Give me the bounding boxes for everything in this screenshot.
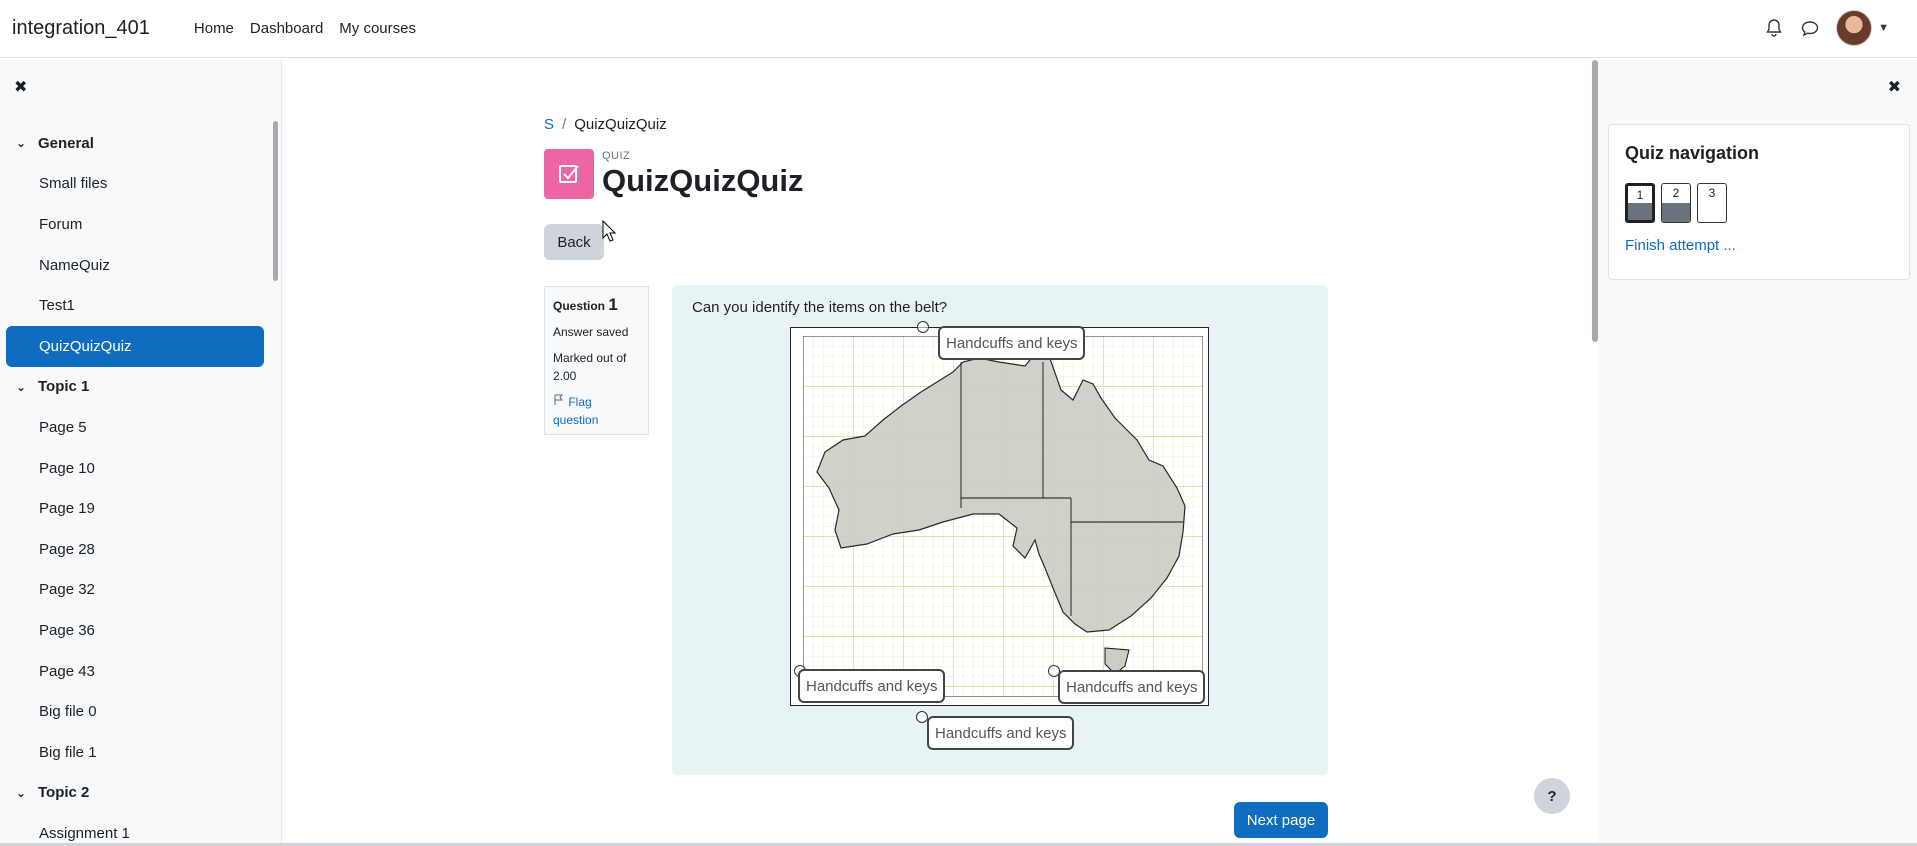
breadcrumb-link-course[interactable]: S: [544, 116, 554, 133]
course-index-drawer: ✖ ⌄ General Small files Forum NameQuiz Test1 Q…: [0, 59, 282, 846]
drawer-scrollbar[interactable]: [273, 121, 278, 281]
course-item-label: Topic 1: [38, 378, 90, 396]
chevron-down-icon[interactable]: ⌄: [16, 136, 38, 150]
course-item-label: Test1: [39, 297, 75, 315]
course-item-quizquizquiz[interactable]: QuizQuizQuiz: [6, 325, 264, 367]
question-text: Can you identify the items on the belt?: [692, 299, 948, 316]
drag-label-handcuffs-and-keys[interactable]: Handcuffs and keys: [927, 716, 1075, 750]
primary-navigation: Home Dashboard My courses: [186, 20, 424, 37]
question-number: Question 1: [553, 295, 618, 314]
drop-zone-map[interactable]: [790, 327, 1209, 706]
quiz-nav-number: 3: [1708, 186, 1716, 200]
bell-icon[interactable]: [1764, 18, 1784, 38]
help-button[interactable]: ?: [1534, 778, 1570, 814]
course-item-label: Big file 1: [39, 743, 97, 761]
chevron-down-icon[interactable]: ⌄: [16, 380, 38, 394]
quiz-nav-number: 1: [1636, 188, 1644, 202]
course-item-label: Page 43: [39, 662, 95, 680]
drag-label-handcuffs-and-keys[interactable]: Handcuffs and keys: [798, 669, 946, 703]
drag-label-handcuffs-and-keys[interactable]: Handcuffs and keys: [1058, 670, 1206, 704]
next-page-button[interactable]: Next page: [1234, 802, 1328, 838]
course-item-label: Assignment 1: [39, 824, 130, 842]
course-item-page-10[interactable]: Page 10: [6, 448, 264, 489]
back-button[interactable]: Back: [544, 224, 604, 260]
finish-attempt-link[interactable]: Finish attempt ...: [1625, 237, 1736, 254]
top-navbar: integration_401 Home Dashboard My course…: [0, 0, 1917, 58]
course-item-label: NameQuiz: [39, 256, 110, 274]
site-brand[interactable]: integration_401: [12, 17, 150, 40]
course-item-page-36[interactable]: Page 36: [6, 610, 264, 651]
flag-icon: [554, 394, 564, 405]
course-index-list: ⌄ General Small files Forum NameQuiz Test1 Qui…: [6, 123, 264, 846]
chevron-down-icon[interactable]: ⌄: [16, 786, 38, 800]
course-item-namequiz[interactable]: NameQuiz: [6, 245, 264, 286]
australia-map-image: [803, 336, 1203, 697]
question-grade: Marked out of 2.00: [553, 351, 627, 383]
quiz-navigation-drawer: ✖ Quiz navigation 1 2 3 Finish attempt ...: [1598, 59, 1917, 846]
course-item-page-43[interactable]: Page 43: [6, 651, 264, 692]
page-title: QuizQuizQuiz: [602, 163, 804, 198]
course-item-page-19[interactable]: Page 19: [6, 488, 264, 529]
course-item-big-file-0[interactable]: Big file 0: [6, 691, 264, 732]
breadcrumb-current: QuizQuizQuiz: [574, 116, 667, 133]
course-item-forum[interactable]: Forum: [6, 204, 264, 245]
course-item-label: Big file 0: [39, 703, 97, 721]
course-item-label: QuizQuizQuiz: [39, 337, 132, 355]
question-info-panel: Question 1 Answer saved Marked out of 2.…: [544, 286, 649, 435]
course-item-page-32[interactable]: Page 32: [6, 570, 264, 611]
course-item-page-28[interactable]: Page 28: [6, 529, 264, 570]
quiz-nav-question-2[interactable]: 2: [1661, 183, 1691, 223]
activity-kind-label: QUIZ: [602, 150, 631, 162]
avatar[interactable]: [1836, 10, 1873, 46]
course-item-label: Small files: [39, 175, 108, 193]
close-icon[interactable]: ✖: [1888, 77, 1901, 97]
breadcrumb: S / QuizQuizQuiz: [544, 116, 667, 133]
nav-link-my-courses[interactable]: My courses: [331, 20, 424, 37]
course-item-test1[interactable]: Test1: [6, 285, 264, 326]
course-item-small-files[interactable]: Small files: [6, 164, 264, 205]
chevron-down-icon[interactable]: ▼: [1878, 22, 1889, 34]
close-icon[interactable]: ✖: [14, 77, 27, 97]
quiz-checkbox-icon: [544, 149, 594, 199]
course-item-page-5[interactable]: Page 5: [6, 407, 264, 448]
course-item-label: Page 36: [39, 621, 95, 639]
mouse-cursor-icon: [602, 220, 616, 242]
answered-indicator: [1662, 203, 1690, 222]
section-general[interactable]: ⌄ General: [6, 123, 264, 164]
course-item-label: Page 32: [39, 581, 95, 599]
course-item-assignment-1[interactable]: Assignment 1: [6, 813, 264, 846]
answered-indicator: [1628, 203, 1652, 220]
course-item-label: Page 10: [39, 459, 95, 477]
course-item-label: Page 5: [39, 418, 87, 436]
drag-label-handcuffs-and-keys[interactable]: Handcuffs and keys: [938, 326, 1086, 360]
breadcrumb-separator: /: [562, 116, 567, 133]
course-item-label: Topic 2: [38, 784, 90, 802]
quiz-nav-question-1[interactable]: 1: [1625, 183, 1655, 223]
course-item-label: Page 28: [39, 540, 95, 558]
nav-link-home[interactable]: Home: [186, 20, 242, 37]
section-topic-1[interactable]: ⌄ Topic 1: [6, 367, 264, 408]
quiz-nav-number: 2: [1672, 186, 1680, 200]
user-menu-area: ▼: [1764, 10, 1889, 46]
chat-icon[interactable]: [1800, 18, 1820, 38]
course-item-label: Forum: [39, 215, 83, 233]
question-content: Can you identify the items on the belt?: [672, 285, 1328, 775]
nav-link-dashboard[interactable]: Dashboard: [242, 20, 331, 37]
quiz-nav-question-3[interactable]: 3: [1697, 183, 1727, 223]
flag-question-link[interactable]: Flag question: [553, 393, 640, 429]
quiz-question-buttons: 1 2 3: [1625, 183, 1727, 223]
course-item-label: General: [38, 134, 94, 152]
quiz-navigation-block: Quiz navigation 1 2 3 Finish attempt ...: [1608, 124, 1910, 280]
course-item-big-file-1[interactable]: Big file 1: [6, 732, 264, 773]
drop-target-marker[interactable]: [917, 321, 929, 333]
course-item-label: Page 19: [39, 500, 95, 518]
quiz-navigation-title: Quiz navigation: [1625, 143, 1760, 163]
question-state: Answer saved: [553, 325, 629, 339]
section-topic-2[interactable]: ⌄ Topic 2: [6, 773, 264, 814]
